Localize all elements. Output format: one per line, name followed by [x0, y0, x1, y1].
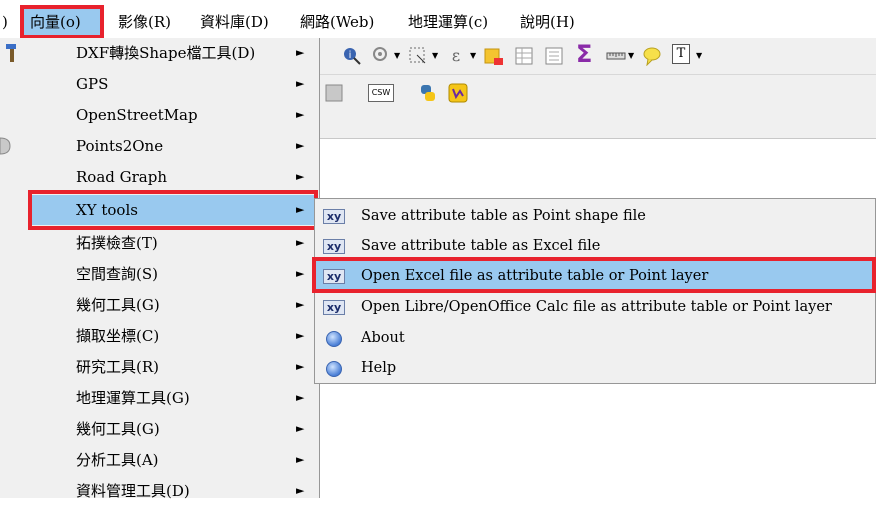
- menu-item-topology-checker[interactable]: 拓撲檢查(T) ►: [28, 228, 318, 258]
- menu-item-label: 幾何工具(G): [76, 420, 160, 438]
- toolbar-row-plugins: CSW: [320, 75, 876, 111]
- submenu-item-label: Save attribute table as Excel file: [361, 238, 601, 254]
- csw-icon[interactable]: CSW: [368, 84, 394, 102]
- python-console-icon[interactable]: [418, 83, 438, 103]
- toolbar-row-attributes: i ▼ ▼ ε ▼ Σ ▼ T ▼: [320, 38, 876, 75]
- menu-item-web[interactable]: 網路(Web): [300, 12, 374, 32]
- menu-item-road-graph[interactable]: Road Graph ►: [28, 162, 318, 192]
- menu-item-partial[interactable]: ): [2, 12, 8, 32]
- submenu-arrow-icon: ►: [296, 453, 305, 466]
- menu-item-label: Road Graph: [76, 168, 167, 186]
- menu-bar: ) 向量(o) 影像(R) 資料庫(D) 網路(Web) 地理運算(c) 說明(…: [0, 0, 876, 39]
- menu-item-geoprocessing-tools[interactable]: 地理運算工具(G) ►: [28, 383, 318, 413]
- xy-icon: xy: [323, 239, 345, 254]
- menu-item-vector[interactable]: 向量(o): [30, 12, 81, 32]
- svg-text:ε: ε: [452, 46, 460, 65]
- menu-item-help[interactable]: 說明(H): [520, 12, 575, 32]
- dropdown-arrow-icon[interactable]: ▼: [394, 51, 400, 60]
- submenu-arrow-icon: ►: [296, 77, 305, 90]
- menu-item-analysis-tools[interactable]: 分析工具(A) ►: [28, 445, 318, 475]
- submenu-arrow-icon: ►: [296, 108, 305, 121]
- menu-item-dxf2shp[interactable]: DXF轉換Shape檔工具(D) ►: [28, 38, 318, 68]
- menu-item-label: 拓撲檢查(T): [76, 234, 158, 252]
- menu-item-gps[interactable]: GPS ►: [28, 69, 318, 99]
- field-calculator-icon[interactable]: [544, 46, 564, 66]
- svg-text:i: i: [349, 50, 352, 61]
- info-icon: [326, 361, 342, 377]
- submenu-arrow-icon: ►: [296, 267, 305, 280]
- toolbar-area: i ▼ ▼ ε ▼ Σ ▼ T ▼ CSW: [320, 38, 876, 138]
- menu-item-database[interactable]: 資料庫(D): [200, 12, 269, 32]
- annotation-icon[interactable]: [0, 134, 14, 158]
- menu-item-spatial-query[interactable]: 空間查詢(S) ►: [28, 259, 318, 289]
- submenu-arrow-icon: ►: [296, 170, 305, 183]
- menu-item-label: OpenStreetMap: [76, 106, 198, 124]
- plugin-icon[interactable]: [448, 83, 468, 103]
- menu-item-label: 分析工具(A): [76, 451, 159, 469]
- statistics-icon[interactable]: Σ: [576, 40, 596, 68]
- submenu-arrow-icon: ►: [296, 329, 305, 342]
- left-toolbar-strip: [0, 38, 28, 498]
- xy-icon: xy: [323, 209, 345, 224]
- open-excel-annotation-box: [312, 257, 876, 293]
- menu-item-label: DXF轉換Shape檔工具(D): [76, 44, 256, 62]
- menu-item-processing[interactable]: 地理運算(c): [408, 12, 488, 32]
- menu-item-label: GPS: [76, 75, 109, 93]
- submenu-arrow-icon: ►: [296, 360, 305, 373]
- submenu-item-open-libreoffice-calc[interactable]: xy Open Libre/OpenOffice Calc file as at…: [315, 292, 875, 322]
- submenu-arrow-icon: ►: [296, 236, 305, 249]
- deselect-icon[interactable]: [484, 46, 504, 66]
- digitize-icon[interactable]: [4, 44, 22, 68]
- xy-tools-annotation-box: [28, 190, 318, 230]
- select-by-expression-icon[interactable]: ε: [446, 46, 466, 66]
- attribute-table-icon[interactable]: [514, 46, 534, 66]
- xy-icon: xy: [323, 300, 345, 315]
- action-icon[interactable]: [372, 46, 392, 66]
- menu-item-research-tools[interactable]: 研究工具(R) ►: [28, 352, 318, 382]
- menu-item-label: Points2One: [76, 137, 164, 155]
- menu-item-label: 幾何工具(G): [76, 296, 160, 314]
- menu-item-label: 資料管理工具(D): [76, 482, 190, 500]
- submenu-item-label: Open Libre/OpenOffice Calc file as attri…: [361, 299, 832, 315]
- map-tips-icon[interactable]: [642, 46, 662, 66]
- save-layer-icon[interactable]: [324, 83, 344, 103]
- menu-item-openstreetmap[interactable]: OpenStreetMap ►: [28, 100, 318, 130]
- submenu-arrow-icon: ►: [296, 484, 305, 497]
- menu-item-points2one[interactable]: Points2One ►: [28, 131, 318, 161]
- menu-item-label: 地理運算工具(G): [76, 389, 190, 407]
- submenu-arrow-icon: ►: [296, 139, 305, 152]
- menu-item-label: 研究工具(R): [76, 358, 159, 376]
- dropdown-arrow-icon[interactable]: ▼: [432, 51, 438, 60]
- submenu-item-label: Save attribute table as Point shape file: [361, 208, 646, 224]
- submenu-arrow-icon: ►: [296, 391, 305, 404]
- select-features-icon[interactable]: [408, 46, 428, 66]
- submenu-arrow-icon: ►: [296, 46, 305, 59]
- menu-item-raster[interactable]: 影像(R): [118, 12, 171, 32]
- dropdown-arrow-icon[interactable]: ▼: [696, 51, 702, 60]
- menu-item-coordinate-capture[interactable]: 擷取坐標(C) ►: [28, 321, 318, 351]
- submenu-item-save-point-shapefile[interactable]: xy Save attribute table as Point shape f…: [315, 201, 875, 231]
- dropdown-arrow-icon[interactable]: ▼: [628, 51, 634, 60]
- measure-icon[interactable]: [606, 46, 626, 66]
- text-annotation-icon[interactable]: T: [672, 44, 690, 64]
- dropdown-arrow-icon[interactable]: ▼: [470, 51, 476, 60]
- submenu-item-label: About: [361, 330, 405, 346]
- menu-item-geometry-tools[interactable]: 幾何工具(G) ►: [28, 290, 318, 320]
- submenu-arrow-icon: ►: [296, 298, 305, 311]
- submenu-item-about[interactable]: About: [315, 323, 875, 353]
- menu-item-label: 空間查詢(S): [76, 265, 158, 283]
- menu-item-geometry-tools-2[interactable]: 幾何工具(G) ►: [28, 414, 318, 444]
- submenu-item-label: Help: [361, 360, 397, 376]
- vector-menu: DXF轉換Shape檔工具(D) ► GPS ► OpenStreetMap ►…: [28, 38, 320, 500]
- submenu-arrow-icon: ►: [296, 422, 305, 435]
- identify-icon[interactable]: i: [342, 46, 362, 66]
- info-icon: [326, 331, 342, 347]
- submenu-item-help[interactable]: Help: [315, 353, 875, 383]
- menu-item-data-management-tools[interactable]: 資料管理工具(D) ►: [28, 476, 318, 506]
- menu-item-label: 擷取坐標(C): [76, 327, 160, 345]
